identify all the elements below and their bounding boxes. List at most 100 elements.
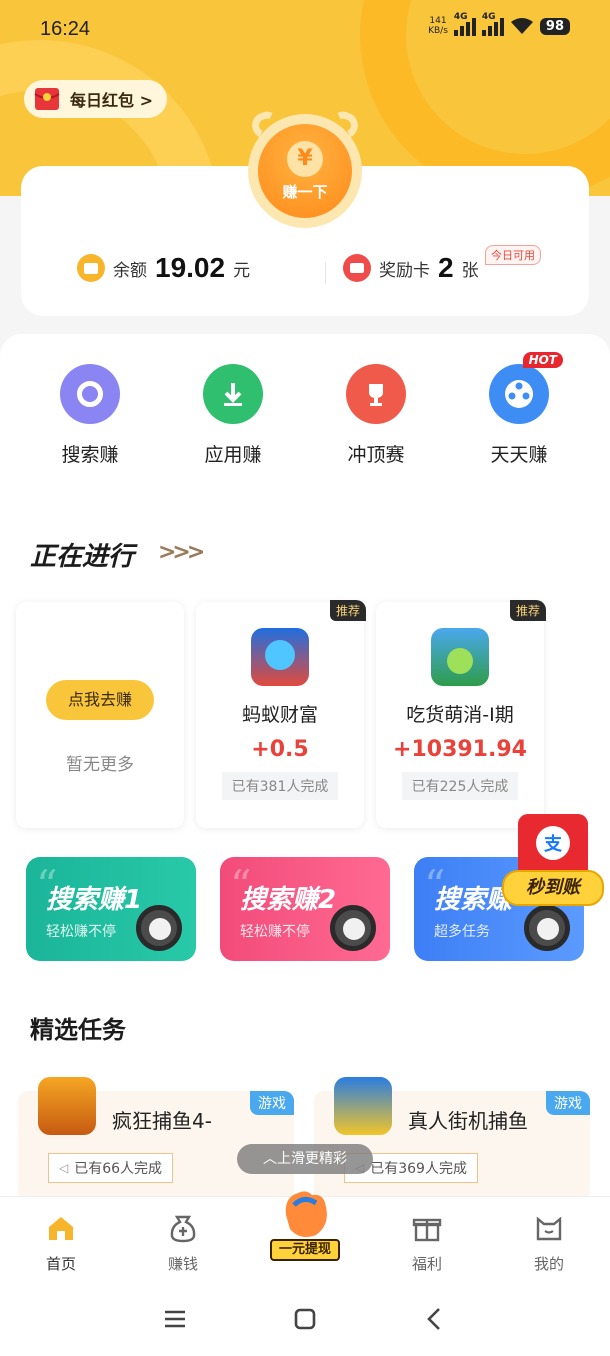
task-name: 吃货萌消-Ⅰ期	[406, 704, 514, 726]
app-icon	[431, 628, 489, 686]
quick-label: 冲顶赛	[347, 444, 405, 466]
task-card[interactable]: 推荐 吃货萌消-Ⅰ期 +10391.94 已有225人完成	[376, 600, 546, 828]
game-tag: 游戏	[250, 1091, 294, 1115]
earn-coin-button[interactable]: ¥ 赚一下	[248, 114, 362, 228]
banner-subtitle: 轻松赚不停	[240, 924, 310, 940]
banner-title: 搜索赚	[434, 885, 513, 915]
network-type: 4G	[453, 12, 468, 22]
battery-icon: 98	[539, 17, 570, 35]
nav-home[interactable]: 首页	[21, 1213, 101, 1274]
menu-icon[interactable]	[162, 1306, 188, 1332]
balance-value: 19.02	[155, 252, 226, 283]
no-more-text: 暂无更多	[66, 755, 134, 775]
game-name: 疯狂捕鱼4-	[112, 1109, 212, 1133]
main-panel: 搜索赚 应用赚 冲顶赛 HOT 天天赚 正在进行 >>> 点我去赚 暂无更多 推…	[0, 334, 610, 1201]
nav-label: 福利	[411, 1255, 442, 1273]
magnifier-icon	[136, 905, 182, 951]
more-arrows[interactable]: >>>	[158, 540, 205, 565]
recommend-tag: 推荐	[329, 600, 366, 621]
money-bag-icon	[170, 1215, 196, 1243]
download-icon	[203, 364, 263, 424]
task-done-count: 已有381人完成	[221, 772, 339, 800]
alipay-icon: 支	[536, 826, 570, 860]
quick-app-earn[interactable]: 应用赚	[173, 364, 293, 467]
quick-daily-earn[interactable]: HOT 天天赚	[459, 352, 579, 467]
search-earn-banner[interactable]: “ 搜索赚2 轻松赚不停	[220, 857, 390, 961]
home-square-icon[interactable]	[292, 1306, 318, 1332]
red-envelope-icon	[34, 88, 60, 110]
quick-label: 天天赚	[490, 444, 548, 466]
yen-icon: ¥	[287, 140, 323, 177]
task-reward: +0.5	[251, 737, 309, 762]
nav-withdraw[interactable]: 一元提现	[268, 1177, 342, 1277]
bottom-nav: 首页 赚钱 一元提现 福利 我的	[0, 1191, 610, 1282]
status-time: 16:24	[40, 18, 91, 40]
nav-label: 首页	[45, 1255, 76, 1273]
nav-mine[interactable]: 我的	[509, 1213, 589, 1274]
task-name: 蚂蚁财富	[241, 704, 318, 726]
nav-label: 我的	[533, 1255, 564, 1273]
game-done-text: 已有369人完成	[370, 1161, 467, 1177]
status-bar: 16:24 141 KB/s 4G 4G 98	[0, 0, 610, 60]
balance-unit: 元	[233, 260, 251, 281]
system-nav-bar	[0, 1282, 610, 1356]
empty-task-card: 点我去赚 暂无更多	[16, 602, 184, 828]
wifi-icon	[510, 18, 533, 34]
ticket-icon	[343, 254, 371, 282]
signal-icon: 4G	[481, 12, 504, 36]
speed-unit: KB/s	[428, 26, 448, 36]
scroll-hint-toast: ︿上滑更精彩	[237, 1144, 373, 1174]
balance-label: 余额	[113, 260, 147, 281]
withdraw-label: 一元提现	[270, 1239, 340, 1261]
search-icon	[60, 364, 120, 424]
magnifier-icon	[330, 905, 376, 951]
recommend-tag: 推荐	[509, 600, 546, 621]
selected-tasks-title: 精选任务	[30, 1016, 126, 1044]
nav-welfare[interactable]: 福利	[387, 1213, 467, 1274]
game-tag: 游戏	[546, 1091, 590, 1115]
reward-card-value: 2	[438, 252, 454, 283]
hot-badge: HOT	[522, 352, 563, 368]
task-done-count: 已有225人完成	[401, 772, 519, 800]
balance-item[interactable]: 余额 19.02 元	[77, 252, 250, 284]
quick-label: 应用赚	[204, 444, 262, 466]
divider	[325, 262, 326, 284]
back-icon[interactable]	[422, 1306, 448, 1332]
quick-search-earn[interactable]: 搜索赚	[30, 364, 150, 467]
gift-icon	[412, 1218, 442, 1242]
task-reward: +10391.94	[393, 737, 527, 762]
game-name: 真人街机捕鱼	[408, 1109, 528, 1133]
daily-redpacket-button[interactable]: 每日红包 >	[24, 80, 167, 118]
go-earn-button[interactable]: 点我去赚	[46, 680, 154, 720]
network-speed: 141 KB/s	[428, 16, 448, 36]
wallet-icon	[77, 254, 105, 282]
cat-face-icon	[536, 1216, 562, 1241]
quick-top-contest[interactable]: 冲顶赛	[316, 364, 436, 467]
signal-icon: 4G	[453, 12, 476, 36]
banner-title: 搜索赚1	[46, 885, 143, 915]
game-icon	[334, 1077, 392, 1135]
daily-redpacket-label: 每日红包 >	[70, 91, 153, 110]
trophy-icon	[346, 364, 406, 424]
search-earn-banner[interactable]: “ 搜索赚1 轻松赚不停	[26, 857, 196, 961]
home-icon	[49, 1217, 73, 1240]
game-icon	[38, 1077, 96, 1135]
banner-subtitle: 超多任务	[434, 924, 490, 940]
reward-card-label: 奖励卡	[379, 260, 430, 281]
hand-icon	[285, 1191, 327, 1237]
task-card[interactable]: 推荐 蚂蚁财富 +0.5 已有381人完成	[196, 600, 366, 828]
scroll-hint-text: 上滑更精彩	[277, 1151, 347, 1167]
chevron-up-icon: ︿	[263, 1151, 277, 1167]
speaker-icon: ◁	[59, 1161, 69, 1175]
today-available-badge: 今日可用	[485, 245, 541, 265]
film-reel-icon: HOT	[489, 352, 563, 424]
banner-subtitle: 轻松赚不停	[46, 924, 116, 940]
reward-card-item[interactable]: 奖励卡 2 张	[343, 252, 479, 284]
instant-arrival-label: 秒到账	[502, 870, 604, 906]
alipay-instant-float[interactable]: 支 秒到账	[502, 814, 604, 914]
ongoing-title: 正在进行	[30, 542, 135, 572]
banner-title: 搜索赚2	[240, 885, 337, 915]
speed-value: 141	[429, 16, 447, 26]
game-done-text: 已有66人完成	[74, 1161, 163, 1177]
nav-earn[interactable]: 赚钱	[143, 1213, 223, 1274]
